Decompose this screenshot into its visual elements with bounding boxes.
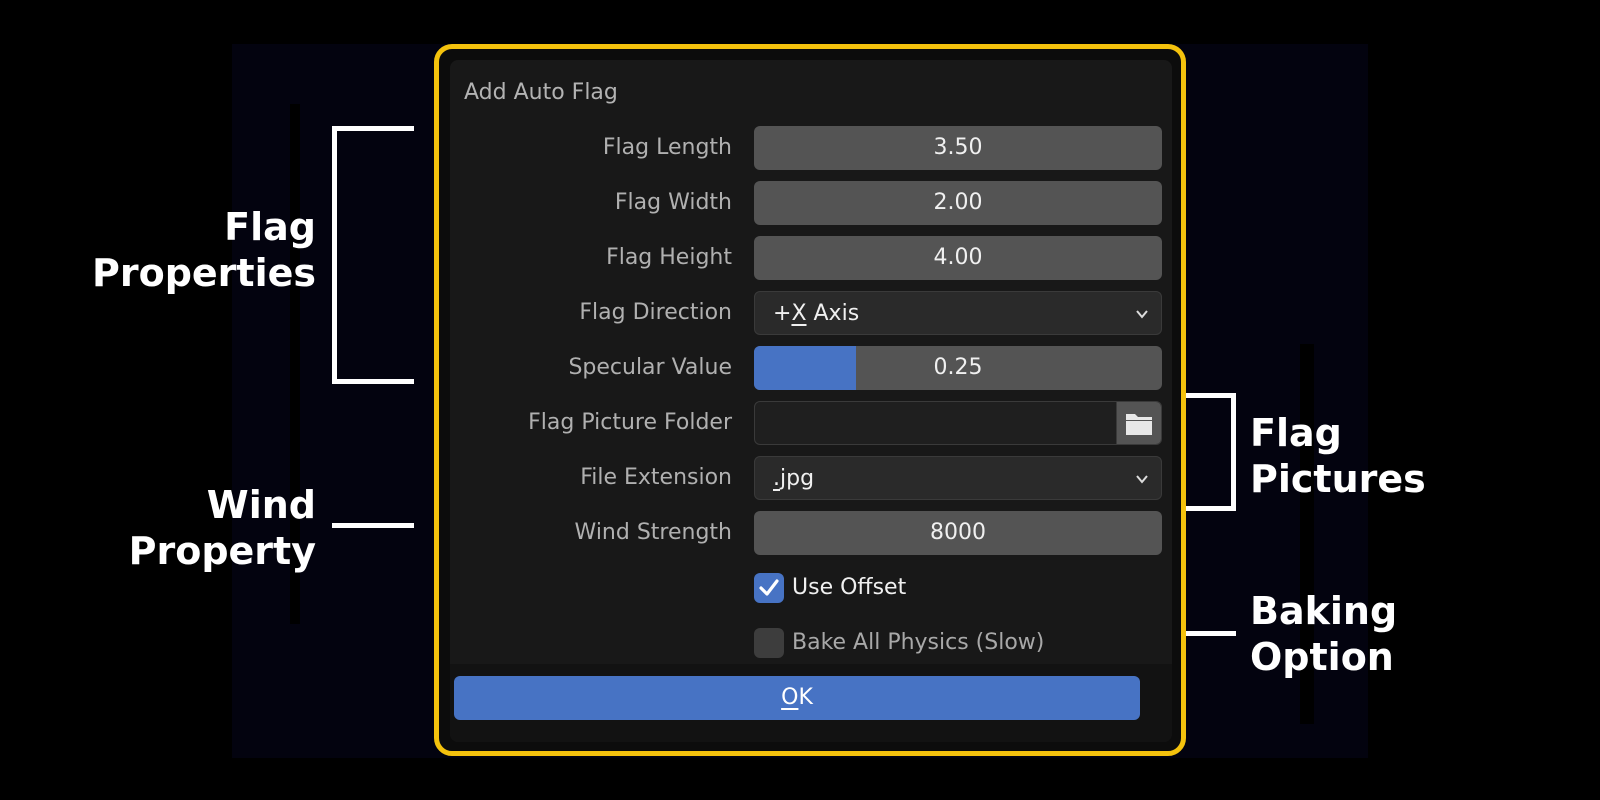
flag-picture-folder-field[interactable] xyxy=(754,401,1162,445)
bake-all-physics-label: Bake All Physics (Slow) xyxy=(792,630,1045,655)
wind-strength-field[interactable]: 8000 xyxy=(754,511,1162,555)
line-wind-property xyxy=(332,523,414,528)
add-auto-flag-dialog: Add Auto Flag Flag Length 3.50 Flag Widt… xyxy=(450,60,1172,742)
use-offset-checkbox-box[interactable] xyxy=(754,573,784,603)
flag-direction-value: +X Axis xyxy=(773,301,860,326)
wind-strength-label: Wind Strength xyxy=(574,520,732,545)
annotation-flag-pictures: Flag Pictures xyxy=(1250,411,1426,501)
folder-browse-button[interactable] xyxy=(1116,402,1161,444)
file-extension-dropdown[interactable]: .jpg xyxy=(754,456,1162,500)
flag-length-field[interactable]: 3.50 xyxy=(754,126,1162,170)
annotation-baking-option: Baking Option xyxy=(1250,589,1398,679)
specular-value: 0.25 xyxy=(933,355,983,380)
dialog-title: Add Auto Flag xyxy=(464,80,618,105)
flag-length-label: Flag Length xyxy=(602,135,732,160)
row-wind-strength: Wind Strength 8000 xyxy=(450,511,1172,555)
row-flag-direction: Flag Direction +X Axis xyxy=(450,291,1172,335)
specular-value-slider[interactable]: 0.25 xyxy=(754,346,1162,390)
flag-height-label: Flag Height xyxy=(606,245,732,270)
flag-direction-dropdown[interactable]: +X Axis xyxy=(754,291,1162,335)
ok-button[interactable]: OK xyxy=(454,676,1140,720)
row-file-extension: File Extension .jpg xyxy=(450,456,1172,500)
row-flag-picture-folder: Flag Picture Folder xyxy=(450,401,1172,445)
file-extension-value: .jpg xyxy=(773,466,815,491)
flag-width-field[interactable]: 2.00 xyxy=(754,181,1162,225)
use-offset-label: Use Offset xyxy=(792,575,907,600)
bake-all-physics-checkbox-box[interactable] xyxy=(754,628,784,658)
row-flag-width: Flag Width 2.00 xyxy=(450,181,1172,225)
dialog-footer: OK xyxy=(450,664,1172,742)
annotation-wind-property: Wind Property xyxy=(128,483,316,573)
chevron-down-icon xyxy=(1135,457,1149,499)
row-flag-height: Flag Height 4.00 xyxy=(450,236,1172,280)
row-flag-length: Flag Length 3.50 xyxy=(450,126,1172,170)
file-extension-label: File Extension xyxy=(580,465,732,490)
flag-direction-label: Flag Direction xyxy=(579,300,732,325)
chevron-down-icon xyxy=(1135,292,1149,334)
folder-icon xyxy=(1126,414,1152,435)
bracket-flag-properties xyxy=(332,126,414,384)
use-offset-checkbox[interactable]: Use Offset xyxy=(450,566,1172,610)
row-specular-value: Specular Value 0.25 xyxy=(450,346,1172,390)
annotation-flag-properties: Flag Properties xyxy=(92,205,316,295)
flag-width-label: Flag Width xyxy=(614,190,732,215)
flag-picture-folder-label: Flag Picture Folder xyxy=(528,410,732,435)
specular-value-label: Specular Value xyxy=(568,355,732,380)
checkmark-icon xyxy=(759,579,779,596)
flag-height-field[interactable]: 4.00 xyxy=(754,236,1162,280)
bake-all-physics-checkbox[interactable]: Bake All Physics (Slow) xyxy=(450,621,1172,665)
specular-slider-fill xyxy=(754,346,856,390)
